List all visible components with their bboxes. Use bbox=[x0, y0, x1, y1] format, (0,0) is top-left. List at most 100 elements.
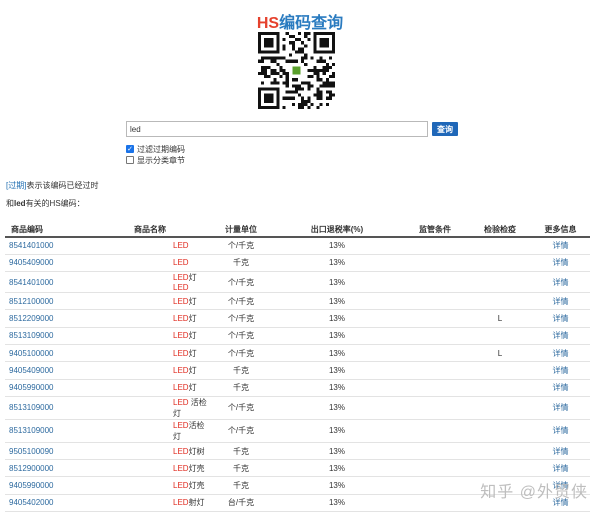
table-row: 8513109000 LED 活检灯 个/千克 13% 详情 bbox=[5, 396, 590, 420]
table-row: 8512209000 LED灯 个/千克 13% L 详情 bbox=[5, 309, 590, 328]
unit-cell: 个/千克 bbox=[209, 309, 273, 328]
rebate-rate-cell: 13% bbox=[273, 476, 401, 495]
expired-tag: [过期] bbox=[6, 181, 27, 190]
inspection-cell bbox=[469, 292, 531, 311]
watermark: 知乎 @外贸侠 bbox=[480, 484, 588, 501]
hs-code-link[interactable]: 9405100000 bbox=[5, 344, 91, 363]
details-link[interactable]: 详情 bbox=[531, 419, 590, 443]
hs-code-link[interactable]: 9405402000 bbox=[5, 494, 91, 513]
show-chapters-checkbox[interactable] bbox=[126, 156, 134, 164]
hs-code-link[interactable]: 9405409000 bbox=[5, 254, 91, 273]
keyword-highlight: LED bbox=[173, 463, 189, 473]
supervision-cell bbox=[401, 379, 469, 397]
hs-code-link[interactable]: 8513109000 bbox=[5, 396, 91, 420]
unit-cell: 个/千克 bbox=[209, 396, 273, 420]
product-name-rest: 灯 bbox=[188, 365, 197, 375]
unit-cell: 千克 bbox=[209, 361, 273, 380]
product-name: LED灯 bbox=[91, 292, 209, 311]
rebate-rate-cell: 13% bbox=[273, 327, 401, 345]
product-name: LED bbox=[91, 254, 209, 273]
supervision-cell bbox=[401, 254, 469, 273]
product-name: LED灯壳 bbox=[91, 476, 209, 495]
table-row: 9405100000 LED灯 个/千克 13% L 详情 bbox=[5, 344, 590, 363]
keyword-highlight: LED bbox=[173, 420, 189, 430]
unit-cell: 千克 bbox=[209, 459, 273, 478]
header-supervision: 监管条件 bbox=[401, 222, 469, 238]
table-row: 9405409000 LED灯 千克 13% 详情 bbox=[5, 361, 590, 380]
product-name: LED 活检灯 bbox=[91, 396, 209, 420]
hs-code-link[interactable]: 8512209000 bbox=[5, 309, 91, 328]
unit-cell: 个/千克 bbox=[209, 327, 273, 345]
hs-code-table: 商品编码 商品名称 计量单位 出口退税率(%) 监管条件 检验检疫 更多信息 8… bbox=[5, 222, 590, 514]
details-link[interactable]: 详情 bbox=[531, 361, 590, 380]
details-link[interactable]: 详情 bbox=[531, 309, 590, 328]
hs-code-link[interactable]: 8512100000 bbox=[5, 292, 91, 311]
header-unit: 计量单位 bbox=[209, 222, 273, 238]
product-name-rest: 灯 bbox=[188, 383, 197, 393]
keyword-highlight: LED bbox=[173, 383, 189, 393]
search-input[interactable] bbox=[126, 121, 428, 137]
supervision-cell bbox=[401, 309, 469, 328]
search-button[interactable]: 查询 bbox=[432, 122, 458, 136]
table-row: 9405990000 LED灯 千克 13% 详情 bbox=[5, 379, 590, 397]
details-link[interactable]: 详情 bbox=[531, 292, 590, 311]
title-hs: HS bbox=[256, 15, 280, 32]
hs-code-link[interactable]: 8513109000 bbox=[5, 419, 91, 443]
filter-expired-option[interactable]: ✓ 过滤过期编码 bbox=[126, 144, 185, 154]
table-row: 8513109000 LED活检灯 个/千克 13% 详情 bbox=[5, 419, 590, 443]
rebate-rate-cell: 13% bbox=[273, 344, 401, 363]
expired-notice-text: 表示该编码已经过时 bbox=[26, 181, 99, 190]
product-name: LED灯LED bbox=[91, 271, 209, 294]
rebate-rate-cell: 13% bbox=[273, 442, 401, 461]
hs-code-link[interactable]: 9405990000 bbox=[5, 379, 91, 397]
details-link[interactable]: 详情 bbox=[531, 396, 590, 420]
filter-expired-checkbox[interactable]: ✓ bbox=[126, 145, 134, 153]
product-name: LED灯 bbox=[91, 379, 209, 397]
inspection-cell bbox=[469, 396, 531, 420]
header-rate: 出口退税率(%) bbox=[273, 222, 401, 238]
unit-cell: 千克 bbox=[209, 254, 273, 273]
product-name-rest: 灯 bbox=[188, 314, 197, 324]
supervision-cell bbox=[401, 344, 469, 363]
details-link[interactable]: 详情 bbox=[531, 254, 590, 273]
product-name: LED灯壳 bbox=[91, 459, 209, 478]
table-row: 9405409000 LED 千克 13% 详情 bbox=[5, 254, 590, 273]
inspection-cell: L bbox=[469, 344, 531, 363]
rebate-rate-cell: 13% bbox=[273, 292, 401, 311]
details-link[interactable]: 详情 bbox=[531, 459, 590, 478]
show-chapters-option[interactable]: 显示分类章节 bbox=[126, 155, 185, 165]
rebate-rate-cell: 13% bbox=[273, 494, 401, 513]
keyword-highlight: LED bbox=[173, 446, 189, 456]
product-name: LED活检灯 bbox=[91, 419, 209, 443]
details-link[interactable]: 详情 bbox=[531, 379, 590, 397]
table-row: 8513109000 LED灯 个/千克 13% 详情 bbox=[5, 327, 590, 345]
related-prefix: 和 bbox=[6, 199, 14, 208]
inspection-cell bbox=[469, 442, 531, 461]
hs-code-link[interactable]: 8512900000 bbox=[5, 459, 91, 478]
rebate-rate-cell: 13% bbox=[273, 459, 401, 478]
hs-code-link[interactable]: 8513109000 bbox=[5, 327, 91, 345]
unit-cell: 千克 bbox=[209, 476, 273, 495]
supervision-cell bbox=[401, 396, 469, 420]
hs-code-link[interactable]: 9505100090 bbox=[5, 442, 91, 461]
product-name: LED灯 bbox=[91, 327, 209, 345]
product-name-rest: 灯 bbox=[188, 331, 197, 341]
details-link[interactable]: 详情 bbox=[531, 327, 590, 345]
header-name: 商品名称 bbox=[91, 222, 209, 238]
details-link[interactable]: 详情 bbox=[531, 344, 590, 363]
unit-cell: 个/千克 bbox=[209, 237, 273, 255]
rebate-rate-cell: 13% bbox=[273, 396, 401, 420]
table-header-row: 商品编码 商品名称 计量单位 出口退税率(%) 监管条件 检验检疫 更多信息 bbox=[5, 222, 590, 238]
details-link[interactable]: 详情 bbox=[531, 442, 590, 461]
hs-code-link[interactable]: 8541401000 bbox=[5, 237, 91, 255]
rebate-rate-cell: 13% bbox=[273, 309, 401, 328]
rebate-rate-cell: 13% bbox=[273, 361, 401, 380]
product-name-rest: 灯树 bbox=[188, 446, 205, 456]
supervision-cell bbox=[401, 494, 469, 513]
details-link[interactable]: 详情 bbox=[531, 237, 590, 255]
hs-code-link[interactable]: 8541401000 bbox=[5, 271, 91, 294]
hs-code-link[interactable]: 9405409000 bbox=[5, 361, 91, 380]
hs-code-link[interactable]: 9405990000 bbox=[5, 476, 91, 495]
keyword-highlight: LED bbox=[173, 331, 189, 341]
details-link[interactable]: 详情 bbox=[531, 271, 590, 294]
